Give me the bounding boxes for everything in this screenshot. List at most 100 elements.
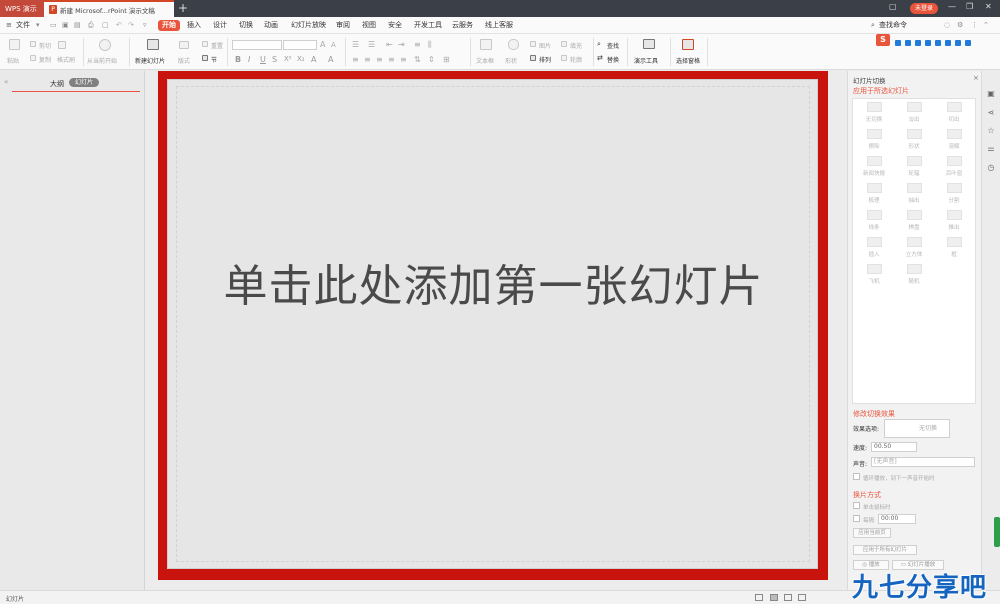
chevron-down-icon[interactable]: ▾: [36, 20, 40, 31]
on-click-checkbox[interactable]: [853, 502, 860, 509]
underline-icon[interactable]: U: [260, 55, 266, 64]
normal-view-icon[interactable]: [770, 594, 778, 601]
apply-all-button[interactable]: 应用于所有幻灯片: [853, 545, 917, 555]
transition-comb[interactable]: 梳理: [856, 183, 892, 204]
transition-split[interactable]: 分割: [936, 183, 972, 204]
tab-cloud[interactable]: 云服务: [452, 20, 473, 31]
sorter-view-icon[interactable]: [784, 594, 792, 601]
preview-icon[interactable]: ▢: [102, 20, 109, 31]
share-icon[interactable]: ⋖: [986, 108, 996, 118]
tab-review[interactable]: 审阅: [336, 20, 350, 31]
transition-cube[interactable]: 立方体: [896, 237, 932, 258]
slide-canvas[interactable]: 单击此处添加第一张幻灯片: [167, 79, 818, 569]
highlight-icon[interactable]: A: [328, 55, 333, 64]
subscript-icon[interactable]: X₂: [297, 55, 305, 63]
tab-transition[interactable]: 切换: [239, 20, 253, 31]
align-left-icon[interactable]: ≡: [352, 55, 359, 64]
close-pane-icon[interactable]: ×: [973, 74, 979, 82]
layout-button[interactable]: 版式: [178, 56, 190, 65]
app-tab[interactable]: WPS 演示: [0, 0, 44, 17]
bullets-icon[interactable]: ☰: [352, 40, 359, 49]
align-center-icon[interactable]: ≡: [364, 55, 371, 64]
tab-start[interactable]: 开始: [158, 20, 180, 31]
indent-increase-icon[interactable]: ⇥: [398, 40, 405, 49]
export-icon[interactable]: ▤: [74, 20, 81, 31]
paste-button[interactable]: 粘贴: [7, 56, 19, 65]
chinese-input-icon[interactable]: [895, 39, 901, 46]
transition-push[interactable]: 推出: [936, 210, 972, 231]
wps-logo-icon[interactable]: S: [876, 34, 890, 46]
transition-blinds[interactable]: 百叶窗: [936, 156, 972, 177]
font-name-select[interactable]: [232, 40, 282, 50]
adjust-icon[interactable]: ⚌: [986, 144, 996, 154]
more-icon[interactable]: ⋮: [971, 20, 978, 31]
align-text-icon[interactable]: ⇕: [428, 55, 435, 64]
settings-icon[interactable]: ⚙: [957, 20, 963, 31]
justify-icon[interactable]: ≡: [388, 55, 395, 64]
transition-dissolve[interactable]: 溶解: [936, 129, 972, 150]
outline-button[interactable]: 轮廓: [570, 55, 582, 64]
auto-advance-checkbox[interactable]: [853, 515, 860, 522]
copy-button[interactable]: 复制: [39, 55, 51, 64]
find-button[interactable]: 查找: [607, 41, 619, 50]
user-icon[interactable]: [945, 39, 951, 46]
window-icon[interactable]: ▢: [889, 2, 897, 11]
auto-advance-time-input[interactable]: 00:00: [878, 514, 916, 524]
side-scroll-handle[interactable]: [994, 517, 1000, 547]
punctuation-icon[interactable]: [915, 39, 921, 46]
maximize-icon[interactable]: ❐: [966, 2, 973, 11]
play-from-current-button[interactable]: 从当前开始: [87, 56, 117, 65]
numbering-icon[interactable]: ☰: [368, 40, 375, 49]
transition-cut[interactable]: 切出: [936, 102, 972, 123]
loop-checkbox[interactable]: [853, 473, 860, 480]
add-first-slide-placeholder[interactable]: 单击此处添加第一张幻灯片: [168, 250, 819, 314]
hamburger-icon[interactable]: ≡: [6, 20, 12, 31]
save-icon[interactable]: ▣: [62, 20, 69, 31]
smartart-icon[interactable]: ⊞: [443, 55, 450, 64]
redo-icon[interactable]: ↷: [128, 20, 134, 31]
speed-input[interactable]: 00.50: [871, 442, 917, 452]
print-icon[interactable]: ⎙: [88, 20, 94, 31]
reset-button[interactable]: 重置: [211, 41, 223, 50]
paste-icon[interactable]: [9, 39, 20, 50]
login-button[interactable]: 未登录: [910, 3, 938, 14]
transition-random[interactable]: 随机: [896, 264, 932, 285]
tab-developer[interactable]: 开发工具: [414, 20, 442, 31]
replace-button[interactable]: 替换: [607, 55, 619, 64]
history-icon[interactable]: ◷: [986, 163, 996, 173]
search-command[interactable]: 查找命令: [879, 20, 907, 31]
pane-title[interactable]: 幻灯片切换: [853, 75, 886, 85]
format-painter-button[interactable]: 格式刷: [57, 55, 75, 64]
apps-icon[interactable]: [965, 39, 971, 46]
reading-view-icon[interactable]: [798, 594, 806, 601]
columns-icon[interactable]: ⫼: [428, 40, 432, 50]
section-button[interactable]: 节: [211, 55, 217, 64]
collapse-ribbon-icon[interactable]: ⌃: [983, 20, 989, 31]
transition-shape[interactable]: 形状: [896, 129, 932, 150]
shirt-icon[interactable]: [955, 39, 961, 46]
document-tab[interactable]: P 新建 Microsof...rPoint 演示文稿: [44, 0, 174, 17]
notes-icon[interactable]: [755, 594, 763, 601]
transition-pull[interactable]: 抽出: [896, 183, 932, 204]
tab-view[interactable]: 视图: [362, 20, 376, 31]
file-menu[interactable]: 文件: [16, 20, 30, 31]
apply-current-button[interactable]: 应用当前页: [853, 528, 891, 538]
shape-button[interactable]: 形状: [505, 56, 517, 65]
effect-options-select[interactable]: 无切换: [884, 419, 950, 438]
undo-icon[interactable]: ↶: [116, 20, 122, 31]
transition-airplane[interactable]: 飞机: [856, 264, 892, 285]
tab-insert[interactable]: 插入: [187, 20, 201, 31]
new-slide-button[interactable]: 新建幻灯片: [135, 56, 165, 65]
sound-select[interactable]: [无声音]: [871, 457, 975, 467]
transition-newsflash[interactable]: 新闻快报: [856, 156, 892, 177]
shrink-font-icon[interactable]: A: [331, 41, 336, 49]
align-right-icon[interactable]: ≡: [376, 55, 383, 64]
moon-icon[interactable]: [905, 39, 911, 46]
star-icon[interactable]: ☆: [986, 126, 996, 136]
image-button[interactable]: 图片: [539, 41, 551, 50]
indent-decrease-icon[interactable]: ⇤: [386, 40, 393, 49]
transition-wheel[interactable]: 轮辐: [896, 156, 932, 177]
line-spacing-icon[interactable]: ≡: [414, 40, 421, 49]
italic-icon[interactable]: I: [248, 55, 250, 64]
fill-button[interactable]: 填充: [570, 41, 582, 50]
